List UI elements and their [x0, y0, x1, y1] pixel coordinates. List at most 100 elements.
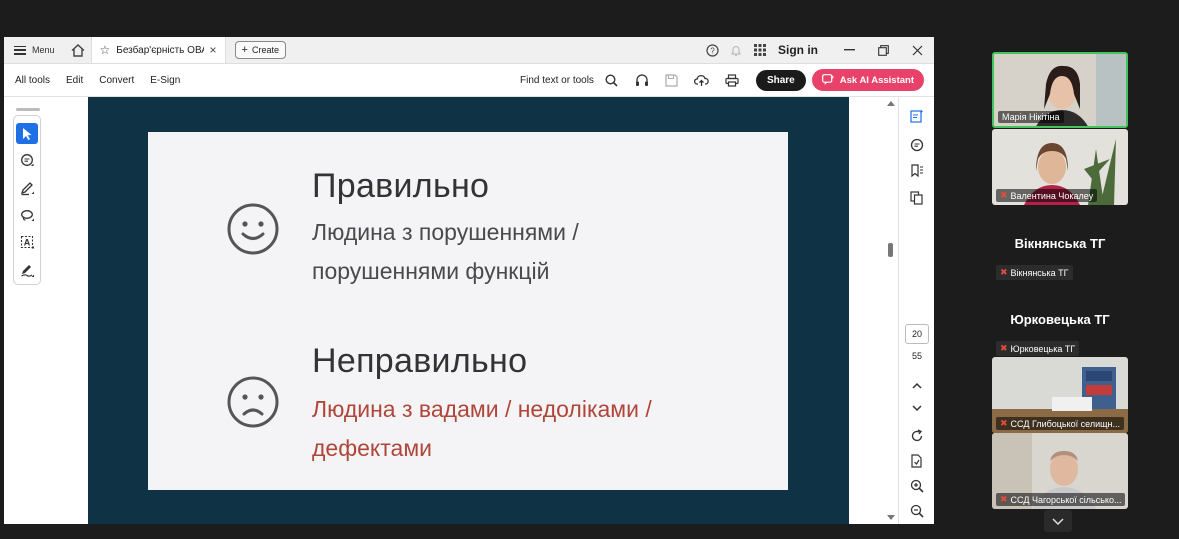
- svg-text:?: ?: [710, 46, 715, 55]
- page-export-icon[interactable]: [905, 450, 929, 472]
- menu-edit[interactable]: Edit: [58, 75, 91, 86]
- rail-drag-handle[interactable]: [16, 108, 40, 111]
- participant-tile[interactable]: ✖ Валентина Чокалеу: [992, 129, 1128, 205]
- hamburger-icon: [14, 45, 26, 55]
- menu-label: Menu: [32, 45, 55, 55]
- menu-esign[interactable]: E-Sign: [142, 75, 188, 86]
- create-label: Create: [251, 45, 279, 55]
- title-bar: Menu ☆ Безбар'єрність ОВА × + Create ? S…: [4, 37, 934, 64]
- ask-ai-label: Ask AI Assistant: [839, 74, 914, 86]
- rotate-icon[interactable]: [905, 425, 929, 447]
- zoom-out-icon[interactable]: [905, 500, 929, 522]
- comment-tool[interactable]: [16, 150, 38, 171]
- chevron-down-icon: [1052, 517, 1064, 525]
- pen-icon: [20, 181, 34, 195]
- create-button[interactable]: + Create: [234, 41, 286, 59]
- document-viewer[interactable]: Правильно Людина з порушеннями / порушен…: [88, 97, 849, 524]
- chevron-up-icon[interactable]: [905, 374, 929, 396]
- find-text-label[interactable]: Find text or tools: [520, 75, 594, 86]
- page-number-input[interactable]: 20: [905, 324, 929, 344]
- search-icon[interactable]: [600, 68, 624, 92]
- draw-tool[interactable]: [16, 205, 38, 226]
- mic-off-icon: ✖: [1000, 494, 1008, 504]
- participant-badge-text: Вікнянська ТГ: [1010, 267, 1069, 278]
- participant-name: ✖ Валентина Чокалеу: [996, 189, 1098, 202]
- chevron-down-icon[interactable]: [905, 397, 929, 419]
- ask-ai-assistant-button[interactable]: Ask AI Assistant: [811, 69, 924, 91]
- ai-assistant-icon: [821, 74, 835, 85]
- share-button[interactable]: Share: [755, 69, 806, 91]
- text-box-tool[interactable]: A: [16, 232, 38, 253]
- scroll-thumb[interactable]: [888, 243, 893, 257]
- participant-name-text: Валентина Чокалеу: [1010, 190, 1094, 201]
- left-panel: A: [4, 97, 88, 524]
- participant-name-text: ССД Чагорської сільсько...: [1010, 494, 1122, 505]
- participant-badge-text: Юрковецька ТГ: [1010, 343, 1076, 354]
- restore-icon[interactable]: [866, 37, 900, 63]
- page-total: 55: [911, 351, 922, 361]
- ai-summary-icon[interactable]: [905, 105, 929, 127]
- scroll-up-icon[interactable]: [887, 101, 895, 106]
- vertical-scrollbar[interactable]: [884, 97, 897, 524]
- bookmark-icon[interactable]: [905, 160, 929, 182]
- menu-all-tools[interactable]: All tools: [4, 75, 58, 86]
- correct-heading: Правильно: [312, 167, 490, 205]
- highlight-tool[interactable]: [16, 178, 38, 199]
- apps-grid-icon[interactable]: [748, 37, 772, 63]
- mic-off-icon: ✖: [1000, 267, 1008, 277]
- menu-convert[interactable]: Convert: [91, 75, 142, 86]
- save-icon[interactable]: [660, 68, 684, 92]
- incorrect-line-2: дефектами: [312, 435, 432, 461]
- main-toolbar: All tools Edit Convert E-Sign Find text …: [4, 64, 934, 97]
- plus-icon: +: [241, 44, 248, 56]
- cursor-icon: [23, 127, 32, 140]
- participant-name: Марія Нікітіна: [998, 111, 1064, 123]
- print-icon[interactable]: [720, 68, 744, 92]
- shared-screen: Menu ☆ Безбар'єрність ОВА × + Create ? S…: [4, 37, 934, 524]
- mic-off-icon: ✖: [1000, 190, 1008, 200]
- participant-tile[interactable]: Марія Нікітіна: [992, 52, 1128, 128]
- zoom-in-icon[interactable]: [905, 475, 929, 497]
- correct-line-2: порушеннями функцій: [312, 258, 550, 284]
- minimize-icon[interactable]: [832, 37, 866, 63]
- tab-label: Безбар'єрність ОВА: [116, 44, 204, 56]
- participant-tile[interactable]: ✖ ССД Чагорської сільсько...: [992, 433, 1128, 509]
- comment-icon: [20, 154, 33, 167]
- incorrect-line-1: Людина з вадами / недоліками /: [312, 396, 652, 422]
- mic-off-icon: ✖: [1000, 418, 1008, 428]
- participant-name-badge: ✖ Вікнянська ТГ: [996, 265, 1073, 280]
- close-icon[interactable]: [900, 37, 934, 63]
- comment-panel-icon[interactable]: [905, 134, 929, 156]
- sign-in-button[interactable]: Sign in: [778, 43, 818, 57]
- quick-tools-rail: A: [13, 115, 41, 285]
- menu-button[interactable]: Menu: [4, 37, 65, 63]
- home-icon[interactable]: [65, 37, 91, 63]
- sad-face-icon: [227, 376, 279, 428]
- svg-text:A: A: [23, 238, 30, 248]
- help-icon[interactable]: ?: [700, 37, 724, 63]
- participant-name-badge: ✖ Юрковецька ТГ: [996, 341, 1080, 356]
- lasso-icon: [20, 210, 34, 222]
- slide-page: Правильно Людина з порушеннями / порушен…: [148, 132, 788, 490]
- tab-document[interactable]: ☆ Безбар'єрність ОВА ×: [90, 37, 226, 63]
- star-icon[interactable]: ☆: [100, 43, 111, 57]
- participant-name: ✖ ССД Глибоцької селищн...: [996, 417, 1125, 430]
- incorrect-heading: Неправильно: [312, 342, 528, 380]
- text-box-icon: A: [20, 236, 34, 249]
- participant-tile[interactable]: ✖ ССД Глибоцької селищн...: [992, 357, 1128, 433]
- participant-display-name: Юрковецька ТГ: [1010, 312, 1110, 327]
- correct-line-1: Людина з порушеннями /: [312, 219, 579, 245]
- bell-icon[interactable]: [724, 37, 748, 63]
- tab-close-icon[interactable]: ×: [210, 43, 217, 57]
- right-tools-rail: 20 55: [898, 97, 934, 524]
- signature-icon: [20, 264, 34, 277]
- sign-tool[interactable]: [16, 260, 38, 281]
- smile-face-icon: [227, 203, 279, 255]
- select-tool[interactable]: [16, 123, 38, 145]
- expand-panel-button[interactable]: [1044, 510, 1072, 532]
- cloud-upload-icon[interactable]: [690, 68, 714, 92]
- participant-name-text: ССД Глибоцької селищн...: [1010, 418, 1121, 429]
- read-aloud-icon[interactable]: [630, 68, 654, 92]
- scroll-down-icon[interactable]: [887, 515, 895, 520]
- pages-icon[interactable]: [905, 187, 929, 209]
